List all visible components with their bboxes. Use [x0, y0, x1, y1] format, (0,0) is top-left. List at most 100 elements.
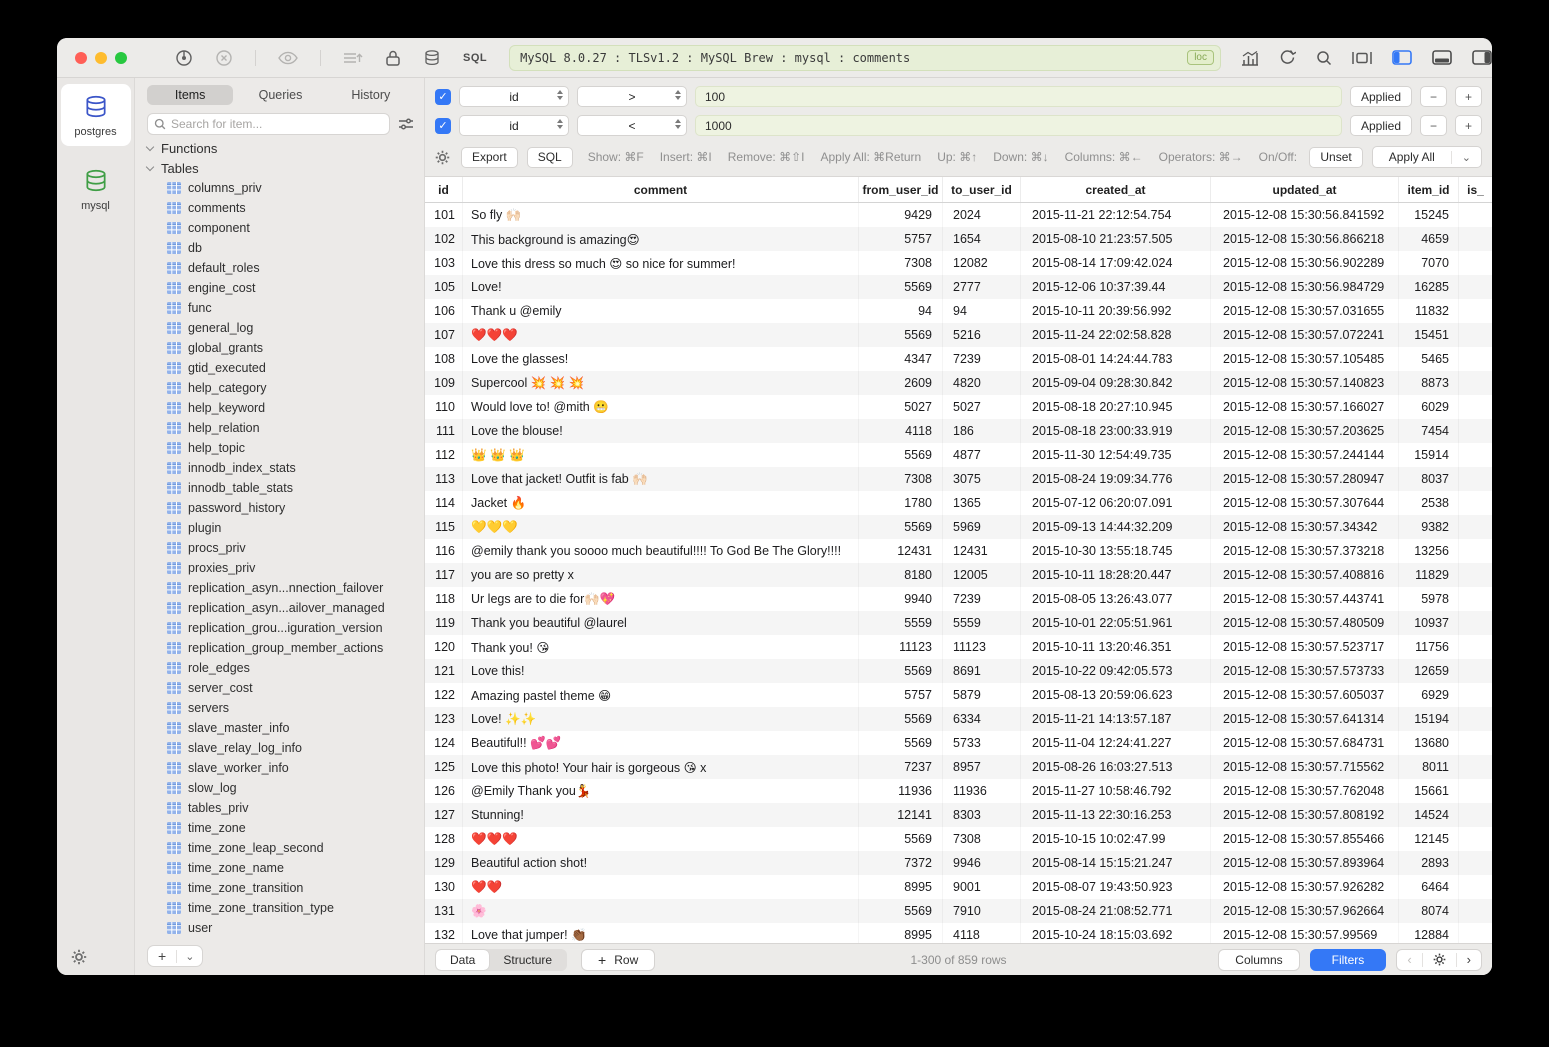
cell-comment[interactable]: So fly 🙌🏻: [463, 203, 859, 227]
cell-item_id[interactable]: 2538: [1399, 491, 1459, 515]
sidebar-table-item[interactable]: help_relation: [145, 418, 424, 438]
cell-item_id[interactable]: 11756: [1399, 635, 1459, 659]
toggle-right-sidebar-icon[interactable]: [1472, 50, 1492, 65]
cell-item_id[interactable]: 8037: [1399, 467, 1459, 491]
filter-value-input[interactable]: 100: [695, 86, 1342, 107]
cell-created_at[interactable]: 2015-10-30 13:55:18.745: [1021, 539, 1211, 563]
cell-is_[interactable]: [1459, 731, 1492, 755]
cell-created_at[interactable]: 2015-08-18 23:00:33.919: [1021, 419, 1211, 443]
cell-item_id[interactable]: 10937: [1399, 611, 1459, 635]
sidebar-table-item[interactable]: user: [145, 918, 424, 935]
tab-history[interactable]: History: [328, 85, 414, 105]
gear-icon[interactable]: [435, 150, 450, 165]
cell-is_[interactable]: [1459, 443, 1492, 467]
columns-button[interactable]: Columns: [1218, 949, 1299, 971]
cell-to_user_id[interactable]: 2024: [943, 203, 1021, 227]
cell-from_user_id[interactable]: 94: [859, 299, 943, 323]
cell-item_id[interactable]: 13680: [1399, 731, 1459, 755]
sidebar-table-item[interactable]: innodb_table_stats: [145, 478, 424, 498]
cell-to_user_id[interactable]: 5216: [943, 323, 1021, 347]
table-row[interactable]: 118Ur legs are to die for🙌🏻💖994072392015…: [425, 587, 1492, 611]
cell-comment[interactable]: Would love to! @mith 😬: [463, 395, 859, 419]
cell-comment[interactable]: Love the blouse!: [463, 419, 859, 443]
cell-comment[interactable]: Thank you beautiful @laurel: [463, 611, 859, 635]
table-row[interactable]: 122Amazing pastel theme 😁575758792015-08…: [425, 683, 1492, 707]
sidebar-table-item[interactable]: replication_group_member_actions: [145, 638, 424, 658]
filter-field-select[interactable]: id: [459, 86, 569, 107]
cell-to_user_id[interactable]: 6334: [943, 707, 1021, 731]
table-row[interactable]: 128❤️❤️❤️556973082015-10-15 10:02:47.992…: [425, 827, 1492, 851]
cell-from_user_id[interactable]: 2609: [859, 371, 943, 395]
cell-created_at[interactable]: 2015-09-04 09:28:30.842: [1021, 371, 1211, 395]
connection-title-field[interactable]: MySQL 8.0.27 : TLSv1.2 : MySQL Brew : my…: [509, 45, 1221, 71]
filter-operator-select[interactable]: >: [577, 86, 687, 107]
cell-item_id[interactable]: 4659: [1399, 227, 1459, 251]
cell-is_[interactable]: [1459, 587, 1492, 611]
cell-updated_at[interactable]: 2015-12-08 15:30:57.605037: [1211, 683, 1399, 707]
cell-to_user_id[interactable]: 186: [943, 419, 1021, 443]
table-row[interactable]: 125Love this photo! Your hair is gorgeou…: [425, 755, 1492, 779]
cell-comment[interactable]: Jacket 🔥: [463, 491, 859, 515]
cell-from_user_id[interactable]: 5569: [859, 515, 943, 539]
cell-to_user_id[interactable]: 5027: [943, 395, 1021, 419]
search-icon[interactable]: [1316, 50, 1332, 66]
cell-item_id[interactable]: 13256: [1399, 539, 1459, 563]
cell-created_at[interactable]: 2015-10-11 18:28:20.447: [1021, 563, 1211, 587]
filter-checkbox[interactable]: ✓: [435, 118, 451, 134]
cell-from_user_id[interactable]: 5027: [859, 395, 943, 419]
cell-created_at[interactable]: 2015-11-13 22:30:16.253: [1021, 803, 1211, 827]
remove-filter-button[interactable]: −: [1420, 115, 1447, 136]
cell-is_[interactable]: [1459, 275, 1492, 299]
center-layout-icon[interactable]: [1352, 51, 1372, 65]
cell-created_at[interactable]: 2015-10-22 09:42:05.573: [1021, 659, 1211, 683]
cell-updated_at[interactable]: 2015-12-08 15:30:57.373218: [1211, 539, 1399, 563]
cell-comment[interactable]: 👑 👑 👑: [463, 443, 859, 467]
sidebar-table-item[interactable]: help_keyword: [145, 398, 424, 418]
add-filter-button[interactable]: +: [1455, 86, 1482, 107]
table-row[interactable]: 113Love that jacket! Outfit is fab 🙌🏻730…: [425, 467, 1492, 491]
cell-id[interactable]: 111: [425, 419, 463, 443]
cell-created_at[interactable]: 2015-10-15 10:02:47.99: [1021, 827, 1211, 851]
cell-is_[interactable]: [1459, 851, 1492, 875]
cell-updated_at[interactable]: 2015-12-08 15:30:57.523717: [1211, 635, 1399, 659]
cell-comment[interactable]: Amazing pastel theme 😁: [463, 683, 859, 707]
cell-updated_at[interactable]: 2015-12-08 15:30:56.902289: [1211, 251, 1399, 275]
tab-queries[interactable]: Queries: [237, 85, 323, 105]
cell-updated_at[interactable]: 2015-12-08 15:30:57.166027: [1211, 395, 1399, 419]
sidebar-table-item[interactable]: plugin: [145, 518, 424, 538]
cell-created_at[interactable]: 2015-09-13 14:44:32.209: [1021, 515, 1211, 539]
cell-comment[interactable]: Beautiful!! 💕💕: [463, 731, 859, 755]
cell-is_[interactable]: [1459, 227, 1492, 251]
cell-id[interactable]: 130: [425, 875, 463, 899]
cell-created_at[interactable]: 2015-10-11 13:20:46.351: [1021, 635, 1211, 659]
cell-comment[interactable]: @emily thank you soooo much beautiful!!!…: [463, 539, 859, 563]
cell-to_user_id[interactable]: 1365: [943, 491, 1021, 515]
cell-created_at[interactable]: 2015-10-11 20:39:56.992: [1021, 299, 1211, 323]
cell-comment[interactable]: Love!: [463, 275, 859, 299]
export-button[interactable]: Export: [461, 147, 518, 168]
remove-filter-button[interactable]: −: [1420, 86, 1447, 107]
cell-is_[interactable]: [1459, 467, 1492, 491]
table-row[interactable]: 106Thank u @emily94942015-10-11 20:39:56…: [425, 299, 1492, 323]
refresh-icon[interactable]: [1279, 49, 1296, 66]
cell-item_id[interactable]: 7454: [1399, 419, 1459, 443]
sidebar-table-item[interactable]: default_roles: [145, 258, 424, 278]
sidebar-table-item[interactable]: time_zone: [145, 818, 424, 838]
cell-comment[interactable]: Love this dress so much 😍 so nice for su…: [463, 251, 859, 275]
cell-from_user_id[interactable]: 12141: [859, 803, 943, 827]
cell-id[interactable]: 125: [425, 755, 463, 779]
cell-created_at[interactable]: 2015-08-18 20:27:10.945: [1021, 395, 1211, 419]
cell-item_id[interactable]: 6929: [1399, 683, 1459, 707]
cell-id[interactable]: 128: [425, 827, 463, 851]
cell-from_user_id[interactable]: 7237: [859, 755, 943, 779]
cell-created_at[interactable]: 2015-08-24 19:09:34.776: [1021, 467, 1211, 491]
cell-updated_at[interactable]: 2015-12-08 15:30:57.893964: [1211, 851, 1399, 875]
cell-from_user_id[interactable]: 5569: [859, 275, 943, 299]
cell-to_user_id[interactable]: 8303: [943, 803, 1021, 827]
unset-button[interactable]: Unset: [1309, 147, 1362, 168]
cell-from_user_id[interactable]: 7372: [859, 851, 943, 875]
cell-created_at[interactable]: 2015-08-14 15:15:21.247: [1021, 851, 1211, 875]
cell-from_user_id[interactable]: 8180: [859, 563, 943, 587]
cell-id[interactable]: 114: [425, 491, 463, 515]
cell-updated_at[interactable]: 2015-12-08 15:30:57.926282: [1211, 875, 1399, 899]
